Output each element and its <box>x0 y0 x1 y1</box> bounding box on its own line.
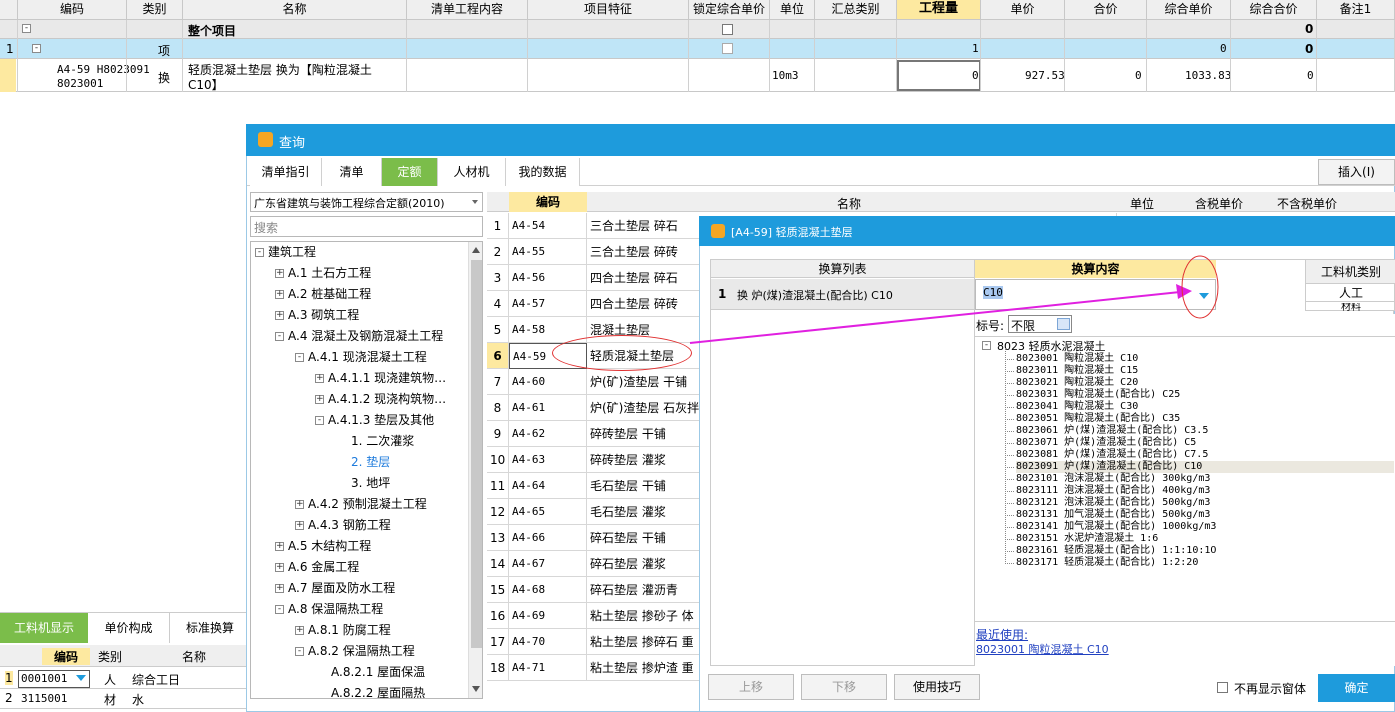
move-up-button[interactable]: 上移 <box>708 674 794 700</box>
no-show-label: 不再显示窗体 <box>1234 682 1307 696</box>
no-show-checkbox[interactable] <box>1217 682 1228 693</box>
tips-button[interactable]: 使用技巧 <box>894 674 980 700</box>
move-down-button[interactable]: 下移 <box>801 674 887 700</box>
annotation-arrow <box>689 255 1219 344</box>
confirm-button[interactable]: 确定 <box>1318 674 1395 702</box>
